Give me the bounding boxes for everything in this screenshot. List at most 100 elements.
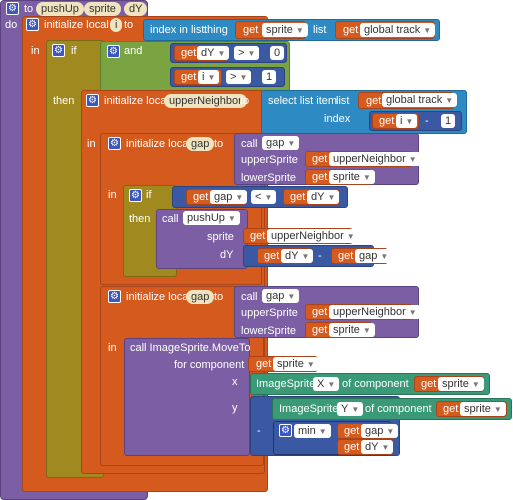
get-i-dropdown[interactable]: i ▼ [396, 114, 418, 128]
gear-icon[interactable]: ⚙ [26, 18, 39, 31]
min-dropdown[interactable]: min ▼ [294, 424, 331, 438]
number-one[interactable]: 1 [441, 114, 456, 128]
var-gap[interactable]: gap [186, 137, 215, 151]
gear-icon[interactable]: ⚙ [108, 137, 121, 150]
number-zero[interactable]: 0 [270, 46, 285, 60]
var-upperneighbor[interactable]: upperNeighbor [164, 94, 247, 108]
if-keyword: if [71, 45, 77, 57]
upper-sprite-label: upperSprite [241, 307, 298, 319]
get-label: get [443, 403, 459, 415]
get-label: get [264, 250, 280, 262]
get-label: get [181, 71, 197, 83]
get-dy-dropdown[interactable]: dY ▼ [361, 440, 394, 454]
sprite-arg-label: sprite [207, 231, 234, 243]
moveto-label: call ImageSprite.MoveTo [130, 342, 251, 354]
in-keyword: in [87, 138, 96, 150]
var-gap[interactable]: gap [186, 290, 215, 304]
procedure-to-keyword: to [24, 3, 34, 15]
get-sprite-dropdown[interactable]: sprite ▼ [262, 23, 308, 37]
get-dy-dropdown[interactable]: dY ▼ [197, 46, 230, 60]
get-global-track-dropdown[interactable]: global track ▼ [360, 23, 436, 37]
get-label: get [181, 47, 197, 59]
get-label: get [344, 425, 360, 437]
get-label: get [344, 441, 360, 453]
get-sprite-dropdown[interactable]: sprite ▼ [329, 323, 375, 337]
gear-icon[interactable]: ⚙ [86, 94, 99, 107]
get-gap-dropdown[interactable]: gap ▼ [361, 424, 399, 438]
list-label: list [313, 24, 327, 36]
get-upperneighbor-dropdown[interactable]: upperNeighbor ▼ [329, 305, 421, 319]
thing-label: thing [204, 24, 228, 36]
get-label: get [379, 115, 395, 127]
call-moveto-block[interactable] [124, 338, 250, 456]
call-gap-dropdown[interactable]: gap ▼ [262, 289, 300, 303]
get-label: get [243, 24, 259, 36]
init-local-label: initialize local [104, 95, 169, 107]
get-upperneighbor-dropdown[interactable]: upperNeighbor ▼ [329, 152, 421, 166]
get-i-dropdown[interactable]: i ▼ [198, 70, 220, 84]
get-label: get [250, 230, 266, 242]
y-arg-label: y [232, 402, 238, 414]
init-local-label: initialize local [44, 19, 109, 31]
get-label: get [290, 191, 306, 203]
procedure-do-keyword: do [5, 19, 18, 31]
for-component-label: for component [174, 359, 245, 371]
to-keyword: to [240, 95, 250, 107]
then-keyword: then [129, 213, 151, 225]
of-component-label: of component [342, 378, 409, 390]
get-label: get [312, 153, 328, 165]
get-sprite-dropdown[interactable]: sprite ▼ [273, 357, 319, 371]
get-sprite-dropdown[interactable]: sprite ▼ [438, 377, 484, 391]
get-label: get [338, 250, 354, 262]
gear-icon[interactable]: ⚙ [279, 424, 292, 437]
call-keyword: call [162, 213, 179, 225]
get-gap-dropdown[interactable]: gap ▼ [355, 249, 393, 263]
index-in-list-label: index in list [150, 24, 205, 36]
select-list-item-label: select list item [268, 95, 338, 107]
call-keyword: call [241, 291, 258, 303]
get-dy-dropdown[interactable]: dY ▼ [307, 190, 340, 204]
init-local-label: initialize local [126, 291, 191, 303]
in-keyword: in [108, 189, 117, 201]
select-list-label: list [336, 95, 350, 107]
gear-icon[interactable]: ⚙ [107, 45, 120, 58]
gear-icon[interactable]: ⚙ [52, 44, 65, 57]
get-gap-dropdown[interactable]: gap ▼ [210, 190, 248, 204]
get-dy-dropdown[interactable]: dY ▼ [281, 249, 314, 263]
dy-arg-label: dY [220, 249, 234, 261]
lt-operator-dropdown[interactable]: < ▼ [251, 190, 277, 204]
call-pushup-dropdown[interactable]: pushUp ▼ [183, 211, 240, 225]
get-global-track-dropdown[interactable]: global track ▼ [382, 93, 458, 107]
gt-operator-dropdown[interactable]: > ▼ [234, 46, 260, 60]
gear-icon[interactable]: ⚙ [108, 290, 121, 303]
property-y-dropdown[interactable]: Y ▼ [337, 402, 364, 416]
then-keyword: then [53, 95, 75, 107]
get-upperneighbor-dropdown[interactable]: upperNeighbor ▼ [267, 229, 359, 243]
select-index-label: index [324, 113, 351, 125]
get-label: get [312, 171, 328, 183]
lower-sprite-label: lowerSprite [241, 325, 297, 337]
to-keyword: to [214, 138, 224, 150]
gt-operator-dropdown[interactable]: > ▼ [226, 70, 252, 84]
and-label: and [124, 45, 143, 57]
minus-operator: - [257, 425, 261, 437]
in-keyword: in [108, 342, 117, 354]
minus-operator: - [318, 250, 322, 262]
get-sprite-dropdown[interactable]: sprite ▼ [460, 402, 506, 416]
param-sprite[interactable]: sprite [84, 2, 121, 16]
call-keyword: call [241, 138, 258, 150]
get-label: get [193, 191, 209, 203]
procedure-name[interactable]: pushUp [36, 2, 84, 16]
upper-sprite-label: upperSprite [241, 154, 298, 166]
gear-icon[interactable]: ⚙ [6, 2, 19, 15]
call-gap-dropdown[interactable]: gap ▼ [262, 136, 300, 150]
param-dy[interactable]: dY [124, 2, 148, 16]
property-x-dropdown[interactable]: X ▼ [313, 377, 340, 391]
get-label: get [366, 95, 382, 107]
to-keyword: to [214, 291, 224, 303]
number-one[interactable]: 1 [262, 70, 277, 84]
to-keyword: to [124, 19, 134, 31]
get-sprite-dropdown[interactable]: sprite ▼ [329, 170, 375, 184]
gear-icon[interactable]: ⚙ [129, 189, 142, 202]
lower-sprite-label: lowerSprite [241, 172, 297, 184]
